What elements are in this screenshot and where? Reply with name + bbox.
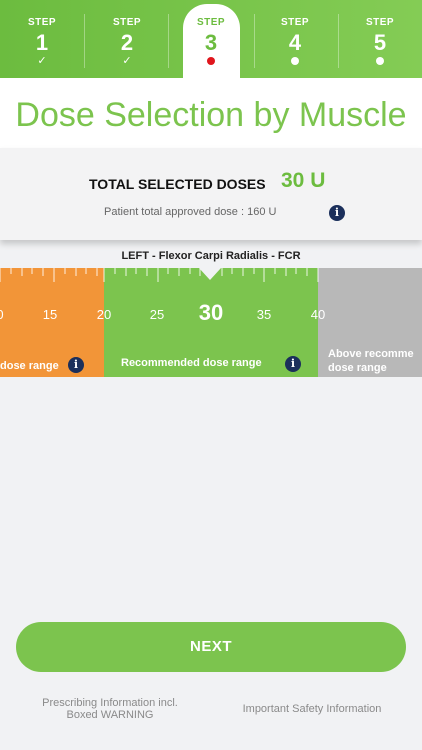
step-label: STEP [365,17,395,28]
step-label: STEP [27,17,57,28]
check-icon: ✓ [122,55,132,67]
recommended-range-info-icon[interactable]: i [285,356,301,372]
step-label: STEP [112,17,142,28]
info-icon[interactable]: i [329,205,345,221]
total-doses-value: 30 U [281,169,326,192]
step-number: 3 [204,30,218,55]
recommended-range-label: Recommended dose range [121,357,262,369]
step-number: 2 [120,30,134,55]
below-range-info-icon[interactable]: i [68,357,84,373]
pending-step-dot-icon [376,57,384,65]
prescribing-link-line1: Prescribing Information incl. [42,697,178,709]
step-bar: STEP 1 ✓ STEP 2 ✓ STEP 3 STEP 4 STEP 5 [0,0,422,94]
total-doses-label: TOTAL SELECTED DOSES [89,176,266,192]
ruler-pointer-icon [199,268,221,280]
dose-summary-panel [0,148,422,240]
above-range-label-line1: Above recomme [328,348,414,360]
step-3[interactable]: STEP 3 [169,0,253,78]
current-step-dot-icon [207,57,215,65]
safety-information-link[interactable]: Important Safety Information [232,703,392,715]
step-number: 4 [288,30,302,55]
step-5[interactable]: STEP 5 [338,0,422,78]
approved-dose-text: Patient total approved dose : 160 U [104,206,277,218]
below-range-label: dose range [0,360,59,372]
page-title: Dose Selection by Muscle [15,96,407,134]
tick-label: 15 [42,307,58,322]
step-2[interactable]: STEP 2 ✓ [85,0,169,78]
tick-label: 20 [96,307,112,322]
step-label: STEP [280,17,310,28]
selected-dose-value: 30 [198,300,224,325]
muscle-label: LEFT - Flexor Carpi Radialis - FCR [121,250,301,262]
dose-ruler-slider[interactable]: 0 15 20 25 30 35 40 dose range i Recomme… [0,268,422,377]
step-label: STEP [196,17,226,28]
prescribing-link-line2: Boxed WARNING [66,709,154,721]
step-1[interactable]: STEP 1 ✓ [0,0,84,78]
tick-label: 0 [0,307,4,322]
step-number: 1 [35,30,49,55]
pending-step-dot-icon [291,57,299,65]
tick-label: 40 [310,307,326,322]
above-range-label-line2: dose range [328,362,387,374]
step-4[interactable]: STEP 4 [253,0,337,78]
next-button[interactable]: NEXT [16,622,406,672]
check-icon: ✓ [37,55,47,67]
tick-label: 35 [256,307,272,322]
tick-label: 25 [149,307,165,322]
step-number: 5 [373,30,387,55]
prescribing-information-link[interactable]: Prescribing Information incl. Boxed WARN… [30,697,190,721]
